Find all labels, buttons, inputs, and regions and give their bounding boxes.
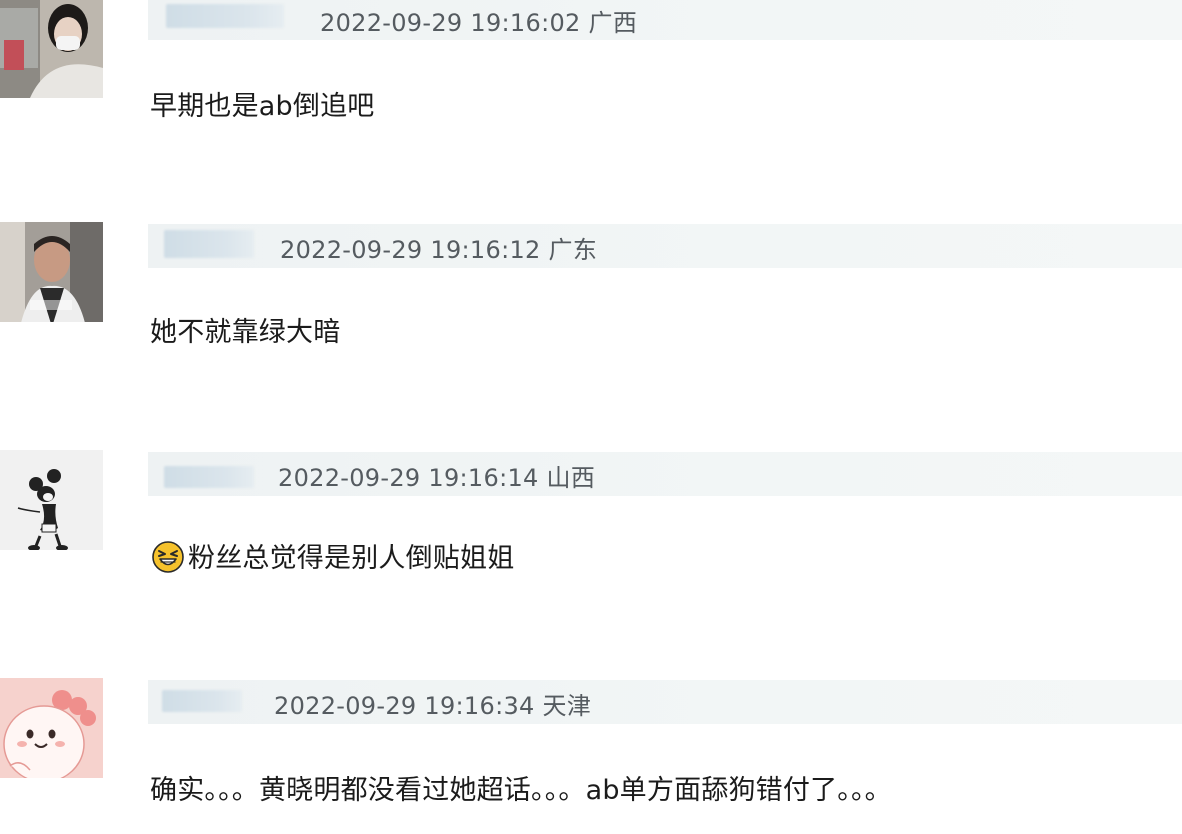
comment-text-content: 粉丝总觉得是别人倒贴姐姐 [188,543,515,574]
comment-meta-bar: 2022-09-29 19:16:12 广东 [148,224,1182,268]
woman-with-mask-avatar-icon [0,0,103,98]
cartoon-mouse-avatar-icon [0,450,103,550]
timestamp: 2022-09-29 19:16:14 山西 [278,464,596,492]
username-blurred[interactable] [166,4,284,28]
username-blurred[interactable] [162,690,242,712]
avatar[interactable] [0,222,103,322]
comment-text: 粉丝总觉得是别人倒贴姐姐 [152,536,514,575]
username-blurred[interactable] [164,230,254,258]
comment-meta-bar: 2022-09-29 19:16:14 山西 [148,452,1182,496]
pink-cartoon-avatar-icon [0,678,103,778]
avatar[interactable] [0,0,103,98]
timestamp: 2022-09-29 19:16:34 天津 [274,692,592,720]
avatar[interactable] [0,450,103,550]
avatar[interactable] [0,678,103,778]
comment-meta-bar: 2022-09-29 19:16:34 天津 [148,680,1182,724]
timestamp: 2022-09-29 19:16:12 广东 [280,236,598,264]
man-photo-avatar-icon [0,222,103,322]
comment-text: 早期也是ab倒追吧 [150,91,375,122]
comment-meta-bar: 2022-09-29 19:16:02 广西 [148,0,1182,40]
timestamp: 2022-09-29 19:16:02 广西 [320,9,638,37]
comment-text: 确实。。。黄晓明都没看过她超话。。。ab单方面舔狗错付了。。。 [150,775,892,806]
username-blurred[interactable] [164,466,254,488]
squinting-laugh-emoji-icon [152,541,184,573]
comment-text: 她不就靠绿大暗 [150,317,341,348]
